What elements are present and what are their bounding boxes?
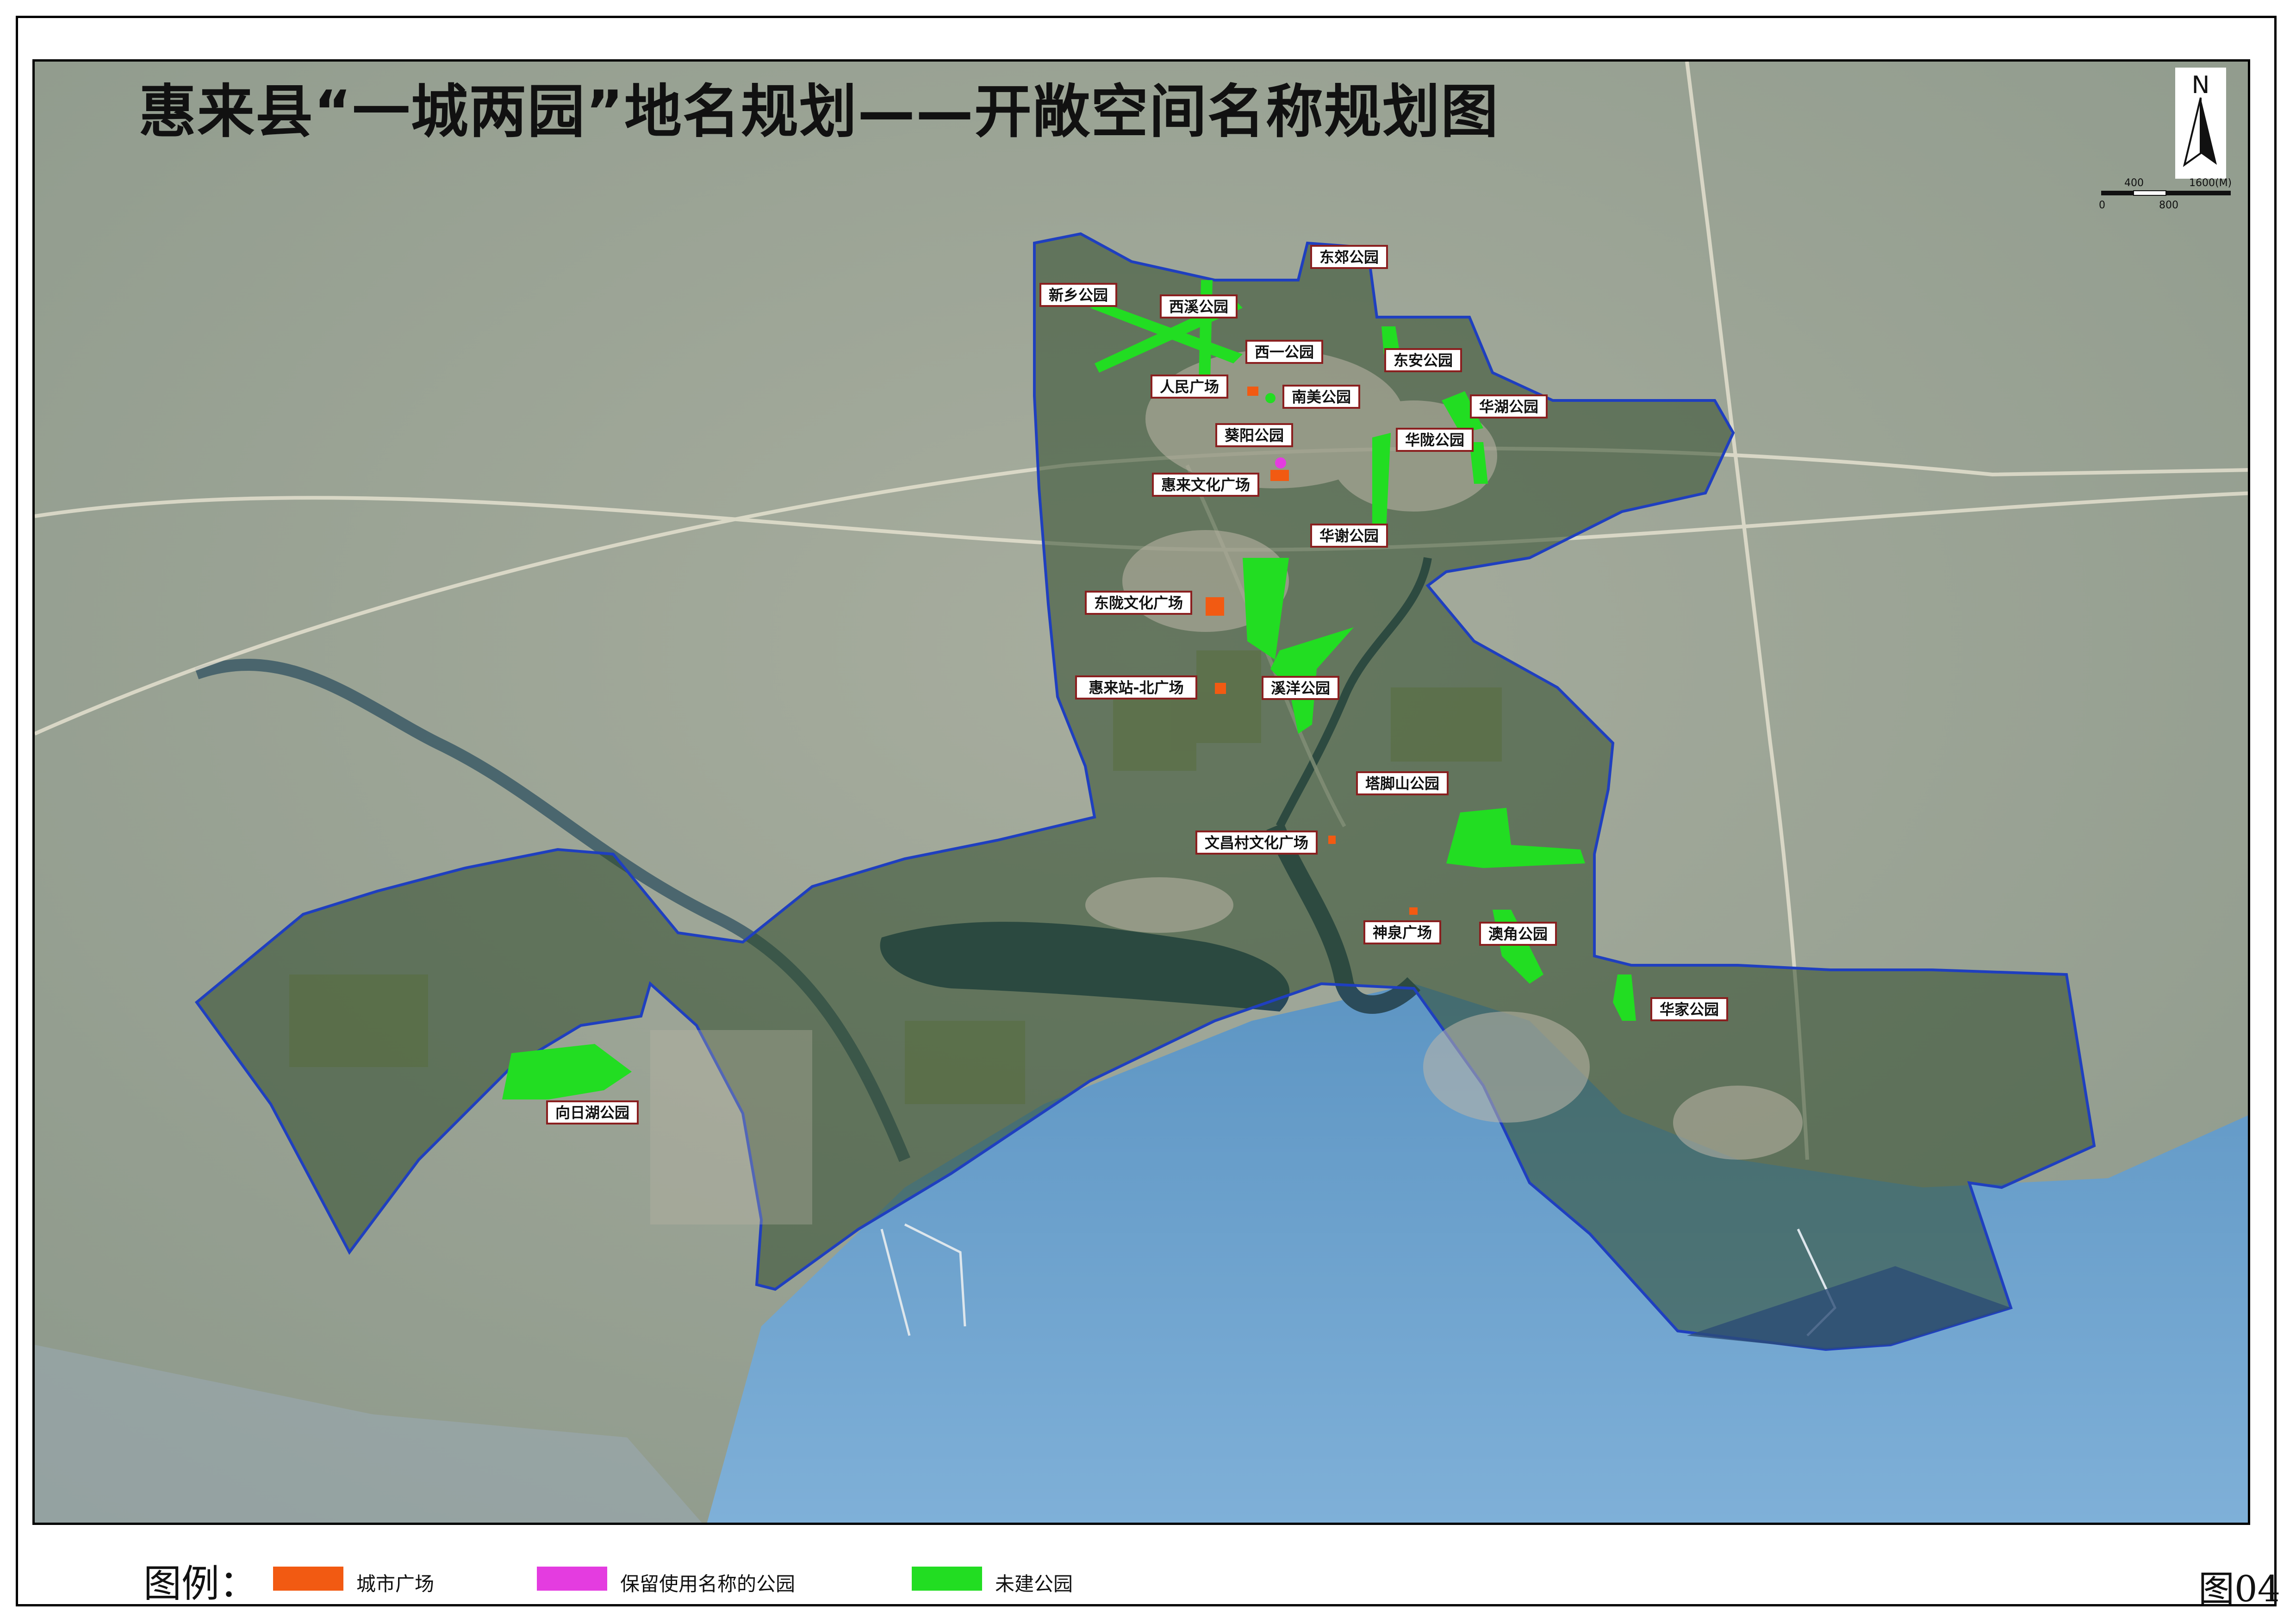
legend-swatch-orange	[273, 1567, 343, 1591]
place-label: 惠来站-北广场	[1075, 675, 1197, 700]
place-label: 新乡公园	[1039, 283, 1117, 307]
place-name-park: 葵阳公园	[1225, 427, 1284, 444]
place-name-park: 新乡公园	[1049, 287, 1108, 304]
place-label: 西溪公园	[1160, 294, 1238, 319]
place-name-park: 华陇公园	[1405, 431, 1464, 449]
place-name-park: 西溪公园	[1169, 298, 1228, 316]
place-name-plaza: 惠来站-北广场	[1089, 679, 1183, 697]
place-name-plaza: 人民广场	[1160, 378, 1219, 396]
legend-title: 图例：	[143, 1562, 258, 1606]
place-label: 华家公园	[1650, 997, 1728, 1021]
place-label: 神泉广场	[1363, 920, 1441, 944]
legend-label: 城市广场	[356, 1573, 435, 1595]
place-name-plaza: 惠来文化广场	[1161, 476, 1250, 494]
place-label: 华谢公园	[1310, 524, 1388, 548]
place-name-park: 东安公园	[1394, 352, 1453, 369]
place-name-plaza: 文昌村文化广场	[1205, 834, 1308, 852]
place-label: 澳角公园	[1479, 922, 1557, 946]
place-label: 东郊公园	[1310, 245, 1388, 269]
place-name-park: 向日湖公园	[555, 1104, 629, 1122]
figure-number: 图04	[2198, 1568, 2281, 1610]
legend: 图例： 城市广场 保留使用名称的公园 未建公园	[143, 1553, 2134, 1606]
place-label: 溪洋公园	[1262, 676, 1339, 700]
place-name-park: 华湖公园	[1479, 398, 1538, 416]
legend-label: 保留使用名称的公园	[620, 1573, 796, 1595]
place-label: 东陇文化广场	[1085, 591, 1192, 615]
place-name-park: 华家公园	[1660, 1001, 1719, 1018]
place-name-park: 塔脚山公园	[1365, 775, 1439, 793]
place-label: 华陇公园	[1396, 428, 1474, 452]
place-label: 向日湖公园	[546, 1100, 639, 1124]
place-label: 惠来文化广场	[1152, 473, 1259, 497]
place-name-park: 华谢公园	[1319, 527, 1379, 545]
legend-swatch-green	[912, 1567, 982, 1591]
place-label: 南美公园	[1282, 385, 1360, 409]
place-label: 东安公园	[1384, 348, 1462, 372]
place-name-plaza: 神泉广场	[1373, 924, 1432, 942]
place-name-plaza: 东陇文化广场	[1094, 594, 1183, 612]
legend-swatch-magenta	[537, 1567, 607, 1591]
place-label: 人民广场	[1151, 375, 1228, 399]
place-label: 华湖公园	[1470, 394, 1548, 418]
place-label: 文昌村文化广场	[1195, 831, 1318, 855]
place-name-park: 东郊公园	[1319, 249, 1379, 266]
place-name-park: 南美公园	[1292, 388, 1351, 406]
map-label-layer: 东郊公园新乡公园西溪公园西一公园 东安公园人民广场南美公园华湖公园葵阳公园 华陇公园…	[546, 245, 1728, 1124]
legend-label: 未建公园	[995, 1573, 1073, 1595]
place-label: 葵阳公园	[1215, 423, 1293, 447]
place-label: 塔脚山公园	[1356, 771, 1449, 795]
place-name-park: 澳角公园	[1488, 925, 1548, 943]
place-label: 西一公园	[1245, 340, 1323, 364]
place-name-park: 溪洋公园	[1271, 680, 1330, 697]
place-name-park: 西一公园	[1255, 344, 1314, 361]
